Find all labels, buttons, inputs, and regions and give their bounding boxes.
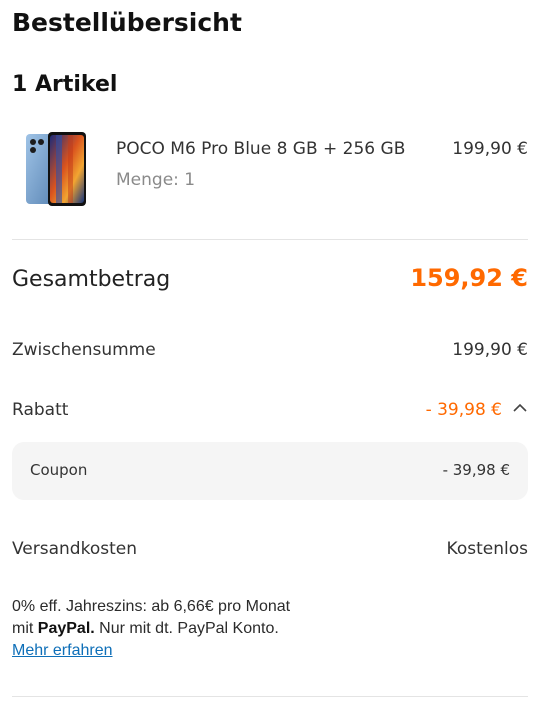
paypal-line2: mit PayPal. Nur mit dt. PayPal Konto.	[12, 618, 290, 640]
coupon-label: Coupon	[30, 461, 88, 479]
product-quantity: Menge: 1	[116, 170, 195, 190]
product-image[interactable]	[24, 130, 88, 208]
paypal-financing-info: 0% eff. Jahreszins: ab 6,66€ pro Monat m…	[12, 596, 290, 662]
paypal-line2-suffix: Nur mit dt. PayPal Konto.	[99, 620, 279, 637]
page-title: Bestellübersicht	[12, 8, 242, 37]
product-price: 199,90 €	[452, 139, 528, 159]
coupon-value: - 39,98 €	[442, 461, 510, 479]
shipping-value: Kostenlos	[446, 539, 528, 559]
more-info-link[interactable]: Mehr erfahren	[12, 642, 113, 659]
divider	[12, 696, 528, 697]
discount-value: - 39,98 €	[425, 400, 502, 420]
paypal-line1: 0% eff. Jahreszins: ab 6,66€ pro Monat	[12, 598, 291, 615]
product-name[interactable]: POCO M6 Pro Blue 8 GB + 256 GB	[116, 139, 405, 159]
discount-label: Rabatt	[12, 400, 69, 420]
subtotal-label: Zwischensumme	[12, 340, 156, 360]
total-value: 159,92 €	[410, 264, 528, 292]
paypal-line2-prefix: mit	[12, 620, 34, 637]
items-count-heading: 1 Artikel	[12, 72, 118, 97]
quantity-value: 1	[184, 170, 196, 190]
subtotal-value: 199,90 €	[452, 340, 528, 360]
paypal-brand: PayPal.	[37, 620, 95, 637]
quantity-label: Menge:	[116, 170, 179, 190]
chevron-up-icon[interactable]	[512, 400, 528, 416]
total-label: Gesamtbetrag	[12, 267, 171, 292]
shipping-label: Versandkosten	[12, 539, 137, 559]
divider	[12, 239, 528, 240]
